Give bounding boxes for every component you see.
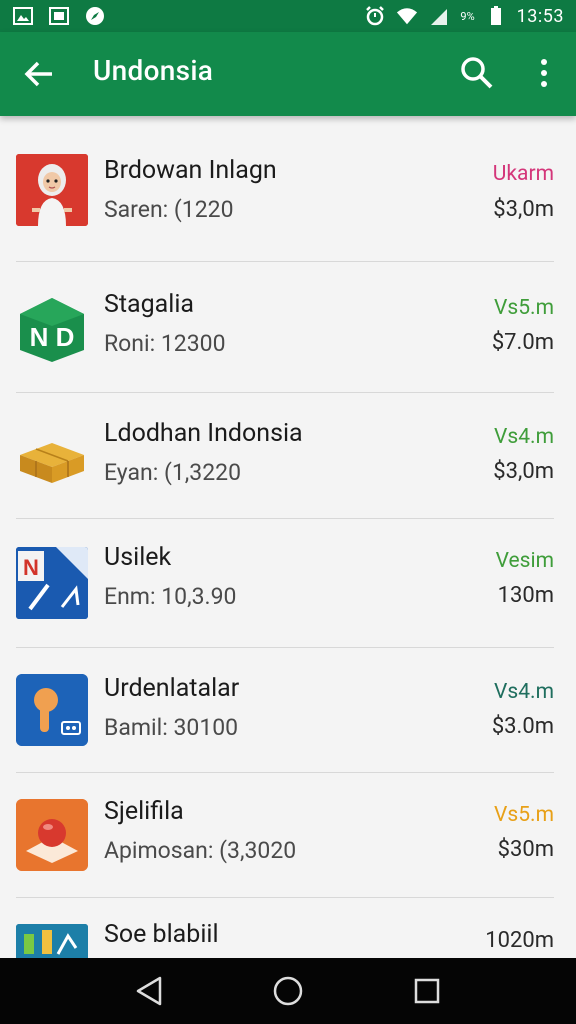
item-price: $3,0m [493, 459, 554, 484]
item-subtitle: Enm: 10,3.90 [104, 583, 237, 610]
back-arrow-icon[interactable] [22, 56, 58, 92]
item-list: Brdowan Inlagn Saren: (1220 Ukarm $3,0m … [0, 116, 576, 958]
item-tag: Vs4.m [494, 425, 554, 449]
home-circle-icon[interactable] [268, 971, 308, 1011]
item-name: Stagalia [104, 290, 195, 319]
app-bar: Undonsia [0, 32, 576, 116]
item-name: Brdowan Inlagn [104, 156, 277, 185]
item-name: Ldodhan Indonsia [104, 419, 303, 448]
item-tag: Vs5.m [494, 803, 554, 827]
item-subtitle: Roni: 12300 [104, 330, 226, 357]
item-price: 1020m [485, 928, 554, 953]
page-title: Undonsia [93, 54, 214, 87]
item-subtitle: Saren: (1220 [104, 196, 234, 223]
nd-logo-thumbnail: N D [16, 294, 88, 366]
item-price: $3,0m [493, 197, 554, 222]
alarm-icon [364, 5, 386, 27]
item-price: $30m [497, 837, 554, 862]
item-price: $3.0m [491, 714, 554, 739]
item-price: 130m [497, 583, 554, 608]
navigation-bar [0, 958, 576, 1024]
item-name: Urdenlatalar [104, 674, 240, 703]
person-thumbnail [16, 154, 88, 226]
item-tag: Vs5.m [494, 296, 554, 320]
svg-text:N D: N D [30, 322, 75, 352]
list-item[interactable]: Urdenlatalar Bamil: 30100 Vs4.m $3.0m [0, 648, 576, 773]
item-price: $7.0m [491, 330, 554, 355]
photo-notification-icon [48, 5, 70, 27]
item-tag: Ukarm [492, 162, 554, 186]
list-item[interactable]: Sjelifila Apimosan: (3,3020 Vs5.m $30m [0, 773, 576, 898]
item-tag: Vs4.m [494, 680, 554, 704]
item-subtitle: Apimosan: (3,3020 [104, 837, 297, 864]
recents-square-icon[interactable] [407, 971, 447, 1011]
item-tag: Vesim [495, 549, 554, 573]
list-item[interactable]: Soe blabiil 1020m [0, 898, 576, 958]
more-options-icon[interactable] [530, 54, 558, 92]
battery-percent: 9% [460, 9, 475, 23]
list-item[interactable]: Ldodhan Indonsia Eyan: (1,3220 Vs4.m $3,… [0, 393, 576, 519]
status-bar: 9% 13:53 [0, 0, 576, 32]
list-item[interactable]: N D Stagalia Roni: 12300 Vs5.m $7.0m [0, 262, 576, 393]
back-triangle-icon[interactable] [129, 971, 169, 1011]
chart-app-thumbnail [16, 924, 88, 958]
item-name: Usilek [104, 543, 172, 572]
item-name: Soe blabiil [104, 920, 219, 949]
item-name: Sjelifila [104, 797, 184, 826]
key-app-thumbnail [16, 674, 88, 746]
svg-text:N: N [23, 555, 39, 580]
gold-bars-thumbnail [16, 421, 88, 493]
signal-icon [428, 5, 450, 27]
compass-notification-icon [84, 5, 106, 27]
orange-app-thumbnail [16, 799, 88, 871]
wifi-icon [396, 5, 418, 27]
clock: 13:53 [516, 5, 564, 27]
note-app-thumbnail: N [16, 547, 88, 619]
list-item[interactable]: N Usilek Enm: 10,3.90 Vesim 130m [0, 519, 576, 648]
search-icon[interactable] [458, 54, 496, 92]
item-subtitle: Bamil: 30100 [104, 714, 239, 741]
list-item[interactable]: Brdowan Inlagn Saren: (1220 Ukarm $3,0m [0, 116, 576, 262]
battery-icon [485, 5, 507, 27]
image-notification-icon [12, 5, 34, 27]
item-subtitle: Eyan: (1,3220 [104, 459, 242, 486]
